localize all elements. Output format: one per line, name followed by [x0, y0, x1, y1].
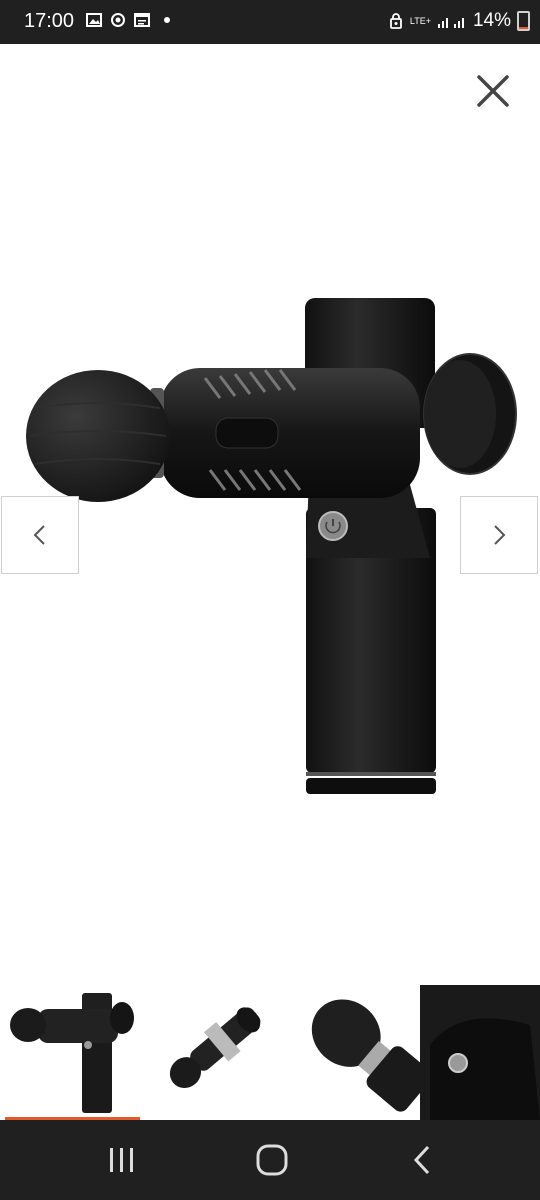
calendar-icon	[134, 13, 150, 27]
chevron-right-icon	[494, 525, 506, 545]
chevron-left-icon	[33, 525, 45, 545]
status-time: 17:00	[24, 10, 75, 32]
thumb-side-view-image	[10, 993, 134, 1113]
alarm-lock-icon	[389, 13, 402, 29]
battery-level	[519, 26, 528, 29]
image-viewer[interactable]	[0, 44, 540, 984]
next-image-button[interactable]	[460, 496, 538, 574]
back-button[interactable]	[392, 1140, 452, 1180]
thumb-angled-view[interactable]	[140, 985, 280, 1120]
system-status: LTE+ 14%	[388, 10, 530, 32]
recent-apps-icon	[110, 1148, 133, 1172]
thumb-side-view[interactable]	[0, 985, 140, 1120]
sync-icon	[111, 13, 125, 27]
home-button[interactable]	[242, 1140, 302, 1180]
thumb-button-closeup-image	[420, 985, 540, 1120]
battery-icon	[517, 11, 530, 31]
previous-image-button[interactable]	[1, 496, 79, 574]
system-navigation-bar	[0, 1120, 540, 1200]
network-type: LTE+	[409, 15, 431, 26]
recent-apps-button[interactable]	[92, 1140, 152, 1180]
thumb-head-closeup[interactable]	[280, 985, 420, 1120]
signal-icon	[437, 18, 464, 28]
gallery-icon	[86, 13, 102, 27]
massage-gun-product-image	[26, 298, 517, 794]
notification-icons	[86, 12, 170, 28]
battery-percent: 14%	[472, 10, 511, 31]
thumb-head-closeup-image	[311, 999, 420, 1112]
status-bar: 17:00 LTE+ 14%	[0, 0, 540, 44]
thumb-angled-view-image	[169, 1007, 261, 1088]
thumb-button-closeup[interactable]	[420, 985, 540, 1120]
home-icon	[256, 1144, 288, 1176]
back-icon	[413, 1145, 430, 1175]
thumbnail-strip	[0, 985, 540, 1120]
dot-icon	[164, 17, 170, 23]
